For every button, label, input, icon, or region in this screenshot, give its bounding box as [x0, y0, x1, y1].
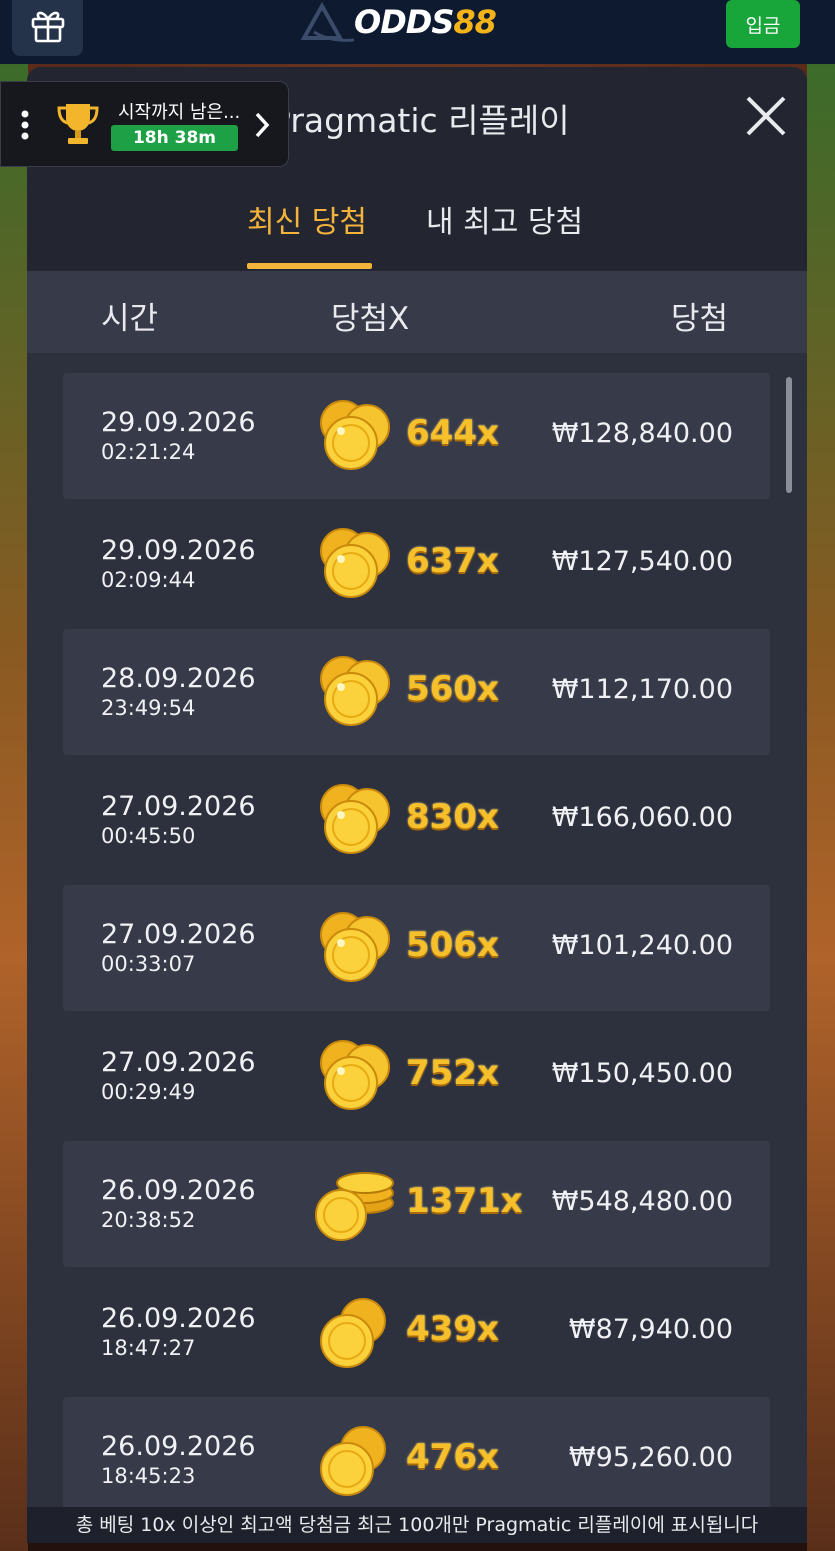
- coin-pile-icon: [313, 909, 397, 987]
- logo-mark-icon: [300, 2, 355, 42]
- list-item[interactable]: 28.09.2026 23:49:54 560x ₩112,170.00: [63, 629, 770, 755]
- win-time: 02:09:44: [101, 568, 196, 592]
- win-date: 27.09.2026: [101, 919, 256, 950]
- coin-pile-icon: [313, 1037, 397, 1115]
- win-multiplier: 560x: [406, 669, 499, 709]
- tournament-label: 시작까지 남은...: [118, 102, 241, 123]
- top-bar: ODDS88 입금: [0, 0, 835, 64]
- win-multiplier: 439x: [406, 1309, 499, 1349]
- gift-button[interactable]: [12, 0, 83, 56]
- win-amount: ₩101,240.00: [551, 930, 733, 961]
- coin-pile-icon: [313, 397, 397, 475]
- tab-my-best-wins[interactable]: 내 최고 당첨: [426, 197, 583, 241]
- active-tab-indicator: [247, 263, 372, 269]
- win-multiplier: 506x: [406, 925, 499, 965]
- column-header-time: 시간: [101, 301, 159, 337]
- win-amount: ₩128,840.00: [551, 418, 733, 449]
- win-multiplier: 1371x: [406, 1181, 523, 1221]
- footer-note: 총 베팅 10x 이상인 최고액 당첨금 최근 100개만 Pragmatic …: [27, 1507, 807, 1543]
- win-time: 18:45:23: [101, 1464, 196, 1488]
- win-date: 26.09.2026: [101, 1431, 256, 1462]
- list-item[interactable]: 26.09.2026 20:38:52 1371x ₩548,480.00: [63, 1141, 770, 1267]
- win-multiplier: 752x: [406, 1053, 499, 1093]
- win-date: 29.09.2026: [101, 407, 256, 438]
- win-time: 23:49:54: [101, 696, 196, 720]
- trophy-icon: [57, 104, 99, 144]
- win-date: 27.09.2026: [101, 791, 256, 822]
- list-item[interactable]: 27.09.2026 00:33:07 506x ₩101,240.00: [63, 885, 770, 1011]
- game-edge-left: [0, 64, 28, 1551]
- win-time: 00:29:49: [101, 1080, 196, 1104]
- win-date: 27.09.2026: [101, 1047, 256, 1078]
- chevron-right-icon[interactable]: [253, 110, 271, 140]
- more-vertical-icon[interactable]: [21, 110, 29, 140]
- list-item[interactable]: 27.09.2026 00:29:49 752x ₩150,450.00: [63, 1013, 770, 1139]
- win-date: 29.09.2026: [101, 535, 256, 566]
- tournament-widget[interactable]: 시작까지 남은... 18h 38m: [0, 81, 289, 167]
- list-item[interactable]: 29.09.2026 02:21:24 644x ₩128,840.00: [63, 373, 770, 499]
- close-icon[interactable]: [739, 89, 793, 143]
- column-header-win: 당첨: [671, 301, 729, 337]
- win-time: 00:45:50: [101, 824, 196, 848]
- coin-pile-icon: [313, 653, 397, 731]
- win-date: 28.09.2026: [101, 663, 256, 694]
- replay-modal: Pragmatic 리플레이 최신 당첨 내 최고 당첨 시간 당첨X 당첨 2…: [27, 67, 807, 1507]
- win-amount: ₩95,260.00: [568, 1442, 733, 1473]
- win-amount: ₩112,170.00: [551, 674, 733, 705]
- win-time: 02:21:24: [101, 440, 196, 464]
- coin-pile-icon: [313, 781, 397, 859]
- win-date: 26.09.2026: [101, 1175, 256, 1206]
- win-amount: ₩87,940.00: [568, 1314, 733, 1345]
- win-multiplier: 644x: [406, 413, 499, 453]
- win-multiplier: 830x: [406, 797, 499, 837]
- brand-logo[interactable]: ODDS88: [300, 2, 497, 42]
- logo-text: ODDS88: [354, 3, 497, 41]
- coin-stack-icon: [313, 1165, 397, 1243]
- list-item[interactable]: 29.09.2026 02:09:44 637x ₩127,540.00: [63, 501, 770, 627]
- table-header: 시간 당첨X 당첨: [27, 271, 807, 353]
- deposit-button[interactable]: 입금: [726, 0, 800, 48]
- win-amount: ₩150,450.00: [551, 1058, 733, 1089]
- win-amount: ₩548,480.00: [551, 1186, 733, 1217]
- tab-bar: 최신 당첨 내 최고 당첨: [27, 165, 807, 271]
- win-time: 18:47:27: [101, 1336, 196, 1360]
- modal-title: Pragmatic 리플레이: [271, 101, 570, 140]
- tournament-timer-badge: 18h 38m: [111, 125, 238, 151]
- column-header-multiplier: 당첨X: [331, 301, 410, 337]
- win-multiplier: 637x: [406, 541, 499, 581]
- gift-icon: [31, 11, 64, 43]
- win-time: 20:38:52: [101, 1208, 196, 1232]
- win-date: 26.09.2026: [101, 1303, 256, 1334]
- coin-pile-icon: [313, 525, 397, 603]
- win-multiplier: 476x: [406, 1437, 499, 1477]
- tab-latest-wins[interactable]: 최신 당첨: [247, 197, 367, 241]
- list-item[interactable]: 26.09.2026 18:45:23 476x ₩95,260.00: [63, 1397, 770, 1507]
- coin-pair-icon: [313, 1421, 397, 1499]
- win-time: 00:33:07: [101, 952, 196, 976]
- list-item[interactable]: 27.09.2026 00:45:50 830x ₩166,060.00: [63, 757, 770, 883]
- scrollbar-thumb[interactable]: [786, 377, 792, 493]
- list-item[interactable]: 26.09.2026 18:47:27 439x ₩87,940.00: [63, 1269, 770, 1395]
- game-edge-right: [807, 64, 835, 1551]
- win-amount: ₩127,540.00: [551, 546, 733, 577]
- coin-pair-icon: [313, 1293, 397, 1371]
- win-amount: ₩166,060.00: [551, 802, 733, 833]
